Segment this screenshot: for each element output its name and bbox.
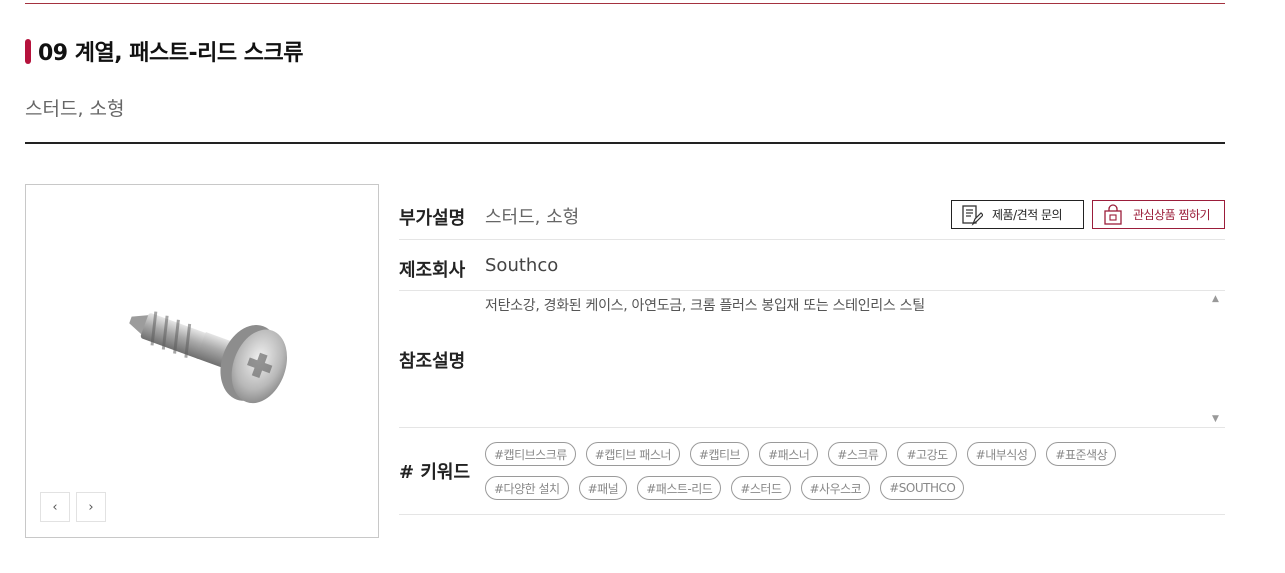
reference-label: 참조설명 <box>399 351 466 372</box>
keyword-tag[interactable]: #패스트-리드 <box>637 476 722 500</box>
keyword-tag[interactable]: #다양한 설치 <box>485 476 569 500</box>
info-row-additional: 부가설명 스터드, 소형 <box>399 188 1225 240</box>
reference-textarea[interactable]: 저탄소강, 경화된 케이스, 아연도금, 크롬 플러스 봉입재 또는 스테인리스… <box>485 291 1225 427</box>
keyword-tag[interactable]: #패널 <box>578 476 628 500</box>
additional-label: 부가설명 <box>399 208 466 229</box>
keyword-tag[interactable]: #사우스코 <box>800 476 871 500</box>
scroll-down-arrow-icon[interactable]: ▼ <box>1212 414 1219 424</box>
gallery-next-button[interactable]: › <box>76 492 106 522</box>
title-block: 09 계열, 패스트-리드 스크류 <box>25 38 303 66</box>
reference-text: 저탄소강, 경화된 케이스, 아연도금, 크롬 플러스 봉입재 또는 스테인리스… <box>485 298 925 314</box>
scroll-up-arrow-icon[interactable]: ▲ <box>1212 294 1219 304</box>
top-accent-line <box>25 3 1225 4</box>
info-row-maker: 제조회사 Southco <box>399 240 1225 291</box>
screw-image <box>129 311 288 404</box>
additional-value: 스터드, 소형 <box>485 207 580 228</box>
keyword-tag[interactable]: #SOUTHCO <box>880 476 965 500</box>
keyword-tag[interactable]: #스터드 <box>731 476 791 500</box>
gallery-prev-button[interactable]: ‹ <box>40 492 70 522</box>
title-marker <box>25 38 31 64</box>
maker-value: Southco <box>485 255 559 276</box>
keyword-tag[interactable]: #캡티브스크류 <box>485 442 576 466</box>
keyword-tag[interactable]: #스크류 <box>828 442 888 466</box>
keyword-tag[interactable]: #캡티브 패스너 <box>585 442 680 466</box>
page-title: 09 계열, 패스트-리드 스크류 <box>38 41 303 66</box>
keyword-tag[interactable]: #표준색상 <box>1046 442 1117 466</box>
keyword-tag[interactable]: #패스너 <box>759 442 819 466</box>
info-row-reference: 참조설명 저탄소강, 경화된 케이스, 아연도금, 크롬 플러스 봉입재 또는 … <box>399 291 1225 428</box>
keyword-list: #캡티브스크류 #캡티브 패스너 #캡티브 #패스너 #스크류 #고강도 #내부… <box>485 442 1175 500</box>
reference-scrollbar[interactable]: ▲ ▼ <box>1209 291 1225 427</box>
header-divider <box>25 142 1225 144</box>
page-subtitle: 스터드, 소형 <box>25 98 125 120</box>
product-image-viewer: ‹ › <box>25 184 379 538</box>
maker-label: 제조회사 <box>399 260 466 281</box>
keyword-tag[interactable]: #캡티브 <box>689 442 750 466</box>
keyword-tag[interactable]: #내부식성 <box>966 442 1037 466</box>
product-info-table: 부가설명 스터드, 소형 제조회사 Southco 참조설명 저탄소강, 경화된… <box>399 188 1225 515</box>
keywords-label: # 키워드 <box>399 462 471 483</box>
info-row-keywords: # 키워드 #캡티브스크류 #캡티브 패스너 #캡티브 #패스너 #스크류 #고… <box>399 428 1225 515</box>
keyword-tag[interactable]: #고강도 <box>897 442 957 466</box>
